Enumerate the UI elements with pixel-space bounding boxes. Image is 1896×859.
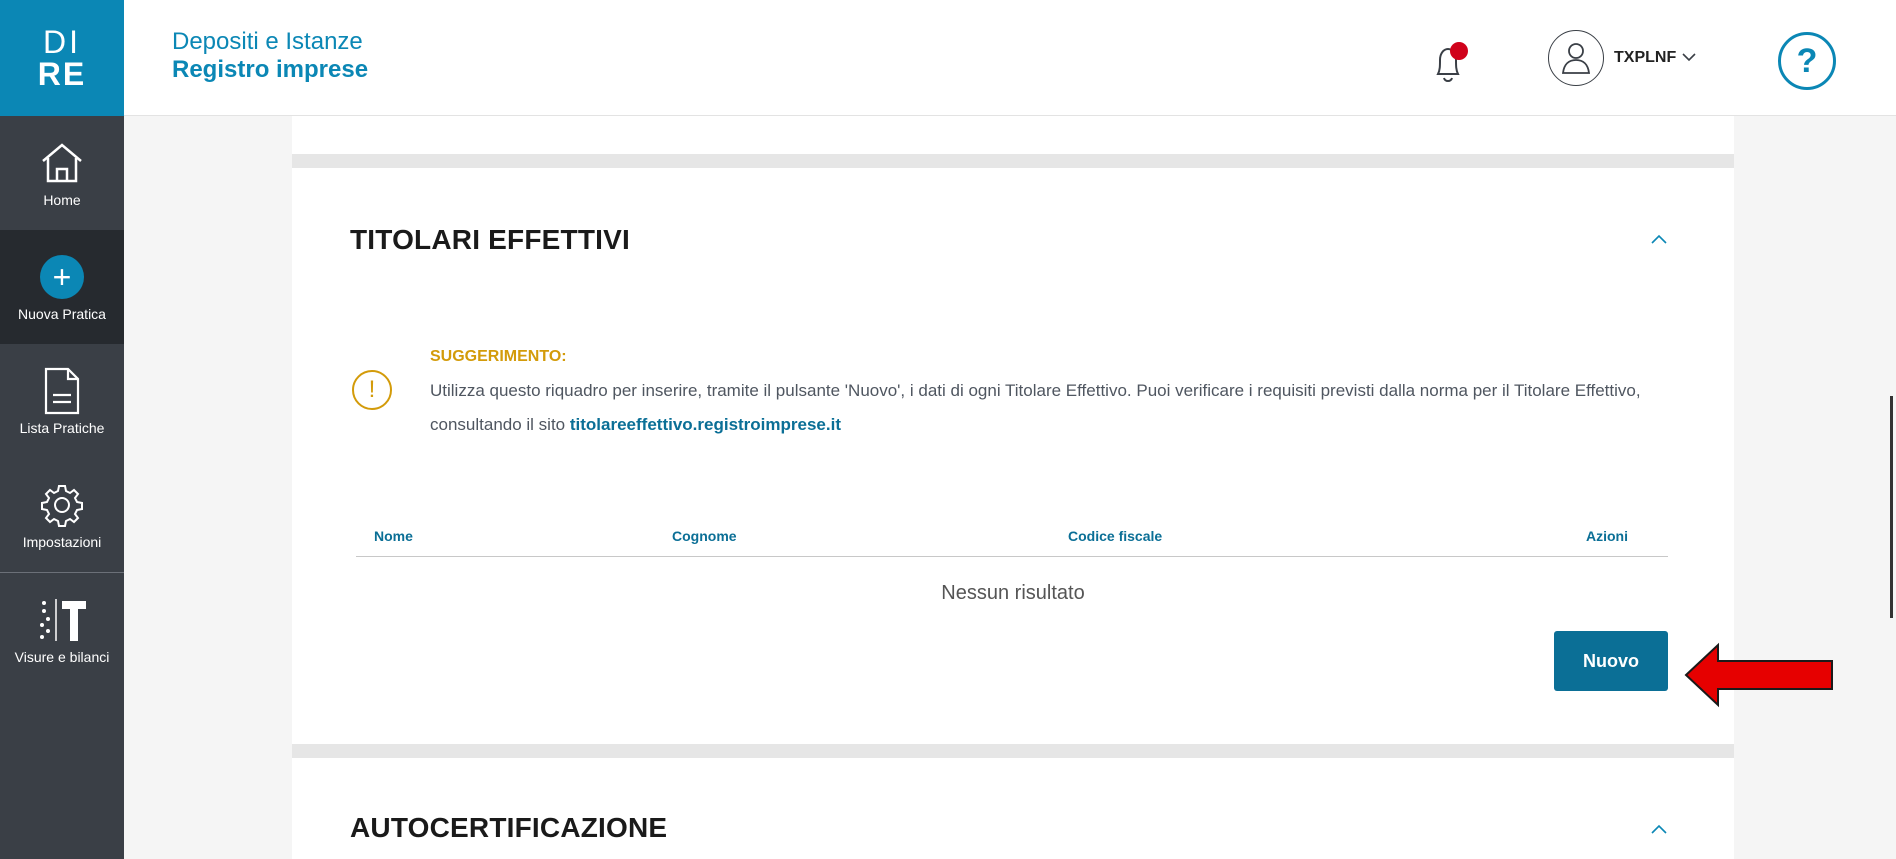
- previous-section-card: [292, 116, 1734, 154]
- sidebar-item-label: Home: [43, 192, 81, 208]
- titolare-effettivo-link[interactable]: titolareeffettivo.registroimprese.it: [570, 415, 841, 434]
- section-gap: [292, 744, 1734, 758]
- sidebar-item-label: Nuova Pratica: [18, 306, 106, 322]
- red-arrow-annotation-icon: [1684, 642, 1834, 713]
- sidebar-item-nuova-pratica[interactable]: + Nuova Pratica: [0, 230, 124, 344]
- notifications-bell-icon[interactable]: [1430, 40, 1470, 86]
- sidebar-item-visure-bilanci[interactable]: Visure e bilanci: [0, 573, 124, 687]
- gear-icon: [40, 480, 84, 530]
- user-menu[interactable]: TXPLNF: [1548, 30, 1696, 86]
- app-title: Depositi e Istanze Registro imprese: [172, 28, 368, 83]
- chevron-down-icon: [1682, 49, 1696, 67]
- column-header-cognome[interactable]: Cognome: [672, 528, 737, 544]
- hint-text: Utilizza questo riquadro per inserire, t…: [430, 374, 1690, 442]
- section-title: AUTOCERTIFICAZIONE: [350, 812, 668, 843]
- user-name: TXPLNF: [1614, 49, 1677, 66]
- home-icon: [39, 138, 85, 188]
- sidebar-item-impostazioni[interactable]: Impostazioni: [0, 458, 124, 572]
- column-header-codice-fiscale[interactable]: Codice fiscale: [1068, 528, 1162, 544]
- avatar-icon: [1548, 30, 1604, 86]
- table-header-divider: [356, 556, 1668, 557]
- empty-table-message: Nessun risultato: [941, 582, 1085, 604]
- nuovo-button[interactable]: Nuovo: [1554, 631, 1668, 691]
- column-header-azioni: Azioni: [1586, 528, 1628, 544]
- autocertificazione-section: AUTOCERTIFICAZIONE: [292, 758, 1734, 859]
- titolari-effettivi-section: TITOLARI EFFETTIVI ! SUGGERIMENTO: Utili…: [292, 168, 1734, 744]
- scrollbar[interactable]: [1890, 396, 1893, 618]
- plus-icon: +: [40, 252, 84, 302]
- visure-icon: [36, 595, 88, 645]
- warning-icon: !: [352, 370, 392, 410]
- sidebar: DI RE Home + Nuova Pratica Lista Pratich…: [0, 0, 124, 859]
- section-gap: [292, 154, 1734, 168]
- sidebar-item-label: Visure e bilanci: [14, 649, 110, 665]
- app-logo[interactable]: DI RE: [0, 0, 124, 116]
- sidebar-item-home[interactable]: Home: [0, 116, 124, 230]
- hint-label: SUGGERIMENTO:: [430, 348, 567, 365]
- document-icon: [42, 366, 82, 416]
- collapse-chevron-icon[interactable]: [1650, 228, 1668, 251]
- app-title-line1: Depositi e Istanze: [172, 28, 363, 55]
- app-title-line2: Registro imprese: [172, 55, 369, 83]
- notification-dot: [1450, 42, 1468, 60]
- sidebar-item-label: Impostazioni: [22, 534, 102, 550]
- logo-line1: DI: [43, 24, 81, 60]
- logo-line2: RE: [37, 56, 87, 92]
- top-header: Depositi e Istanze Registro imprese TXPL…: [124, 0, 1896, 116]
- collapse-chevron-icon[interactable]: [1650, 818, 1668, 841]
- sidebar-item-label: Lista Pratiche: [19, 420, 105, 436]
- section-title: TITOLARI EFFETTIVI: [350, 224, 630, 255]
- sidebar-item-lista-pratiche[interactable]: Lista Pratiche: [0, 344, 124, 458]
- help-button[interactable]: ?: [1778, 32, 1836, 90]
- column-header-nome[interactable]: Nome: [374, 528, 413, 544]
